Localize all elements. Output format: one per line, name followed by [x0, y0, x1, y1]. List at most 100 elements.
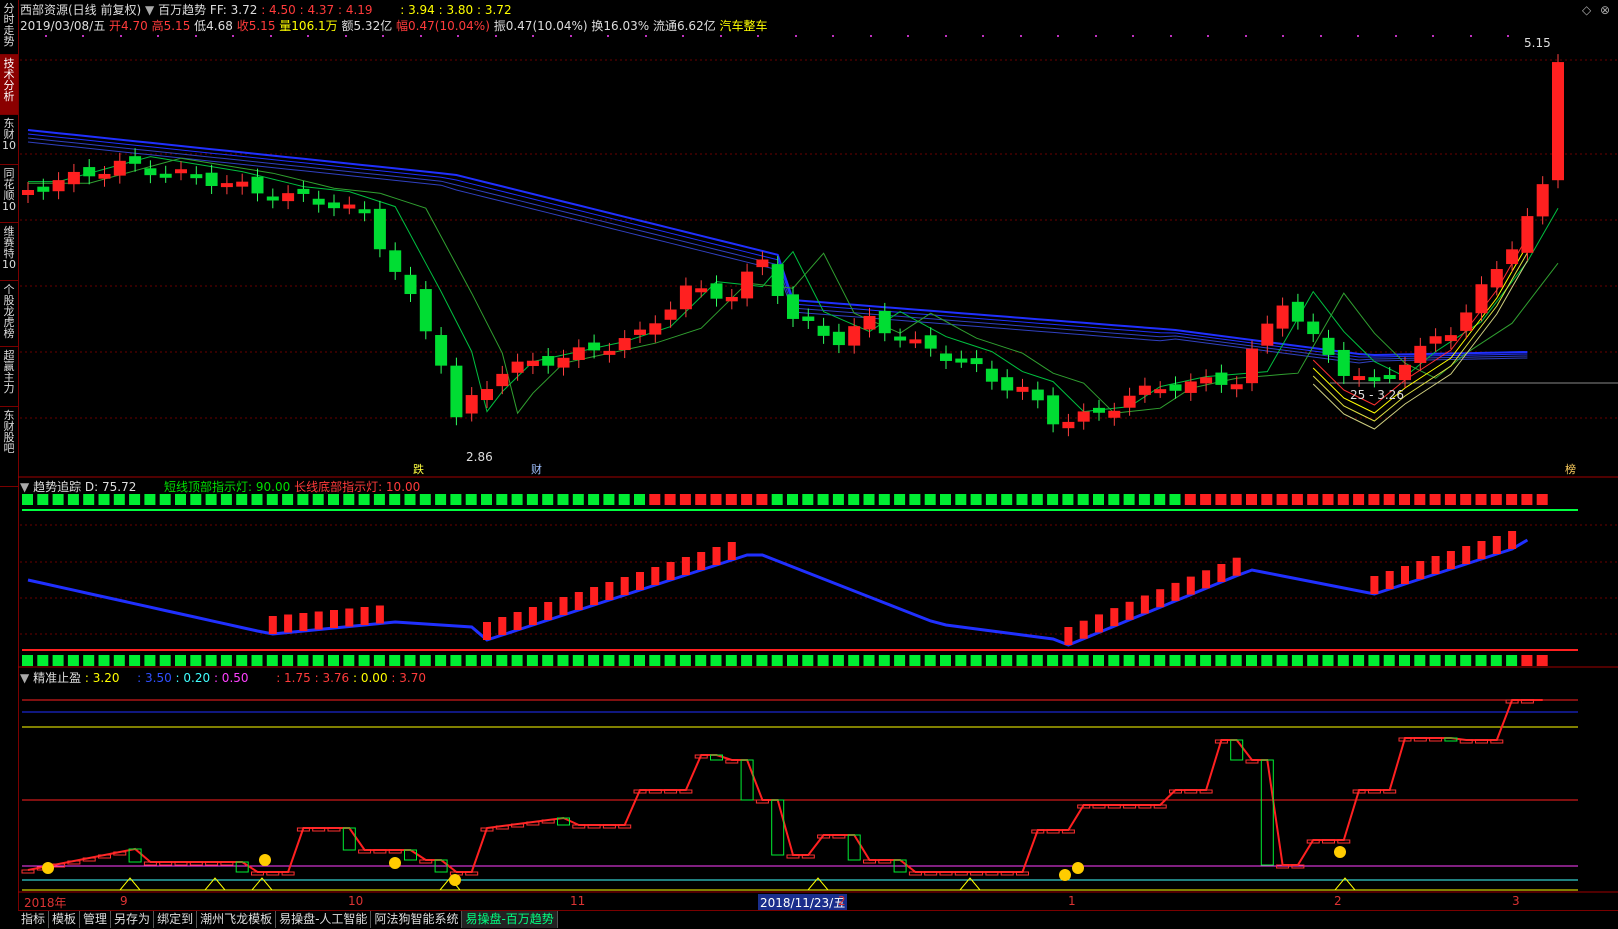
profit-box: [404, 849, 417, 861]
top-indicator-light: [832, 494, 844, 505]
dot-marker: [945, 35, 947, 37]
profit-box: [1383, 789, 1397, 794]
dropdown-icon[interactable]: ▼: [145, 3, 154, 17]
candle-body: [419, 289, 432, 332]
bottom-indicator-light: [1337, 655, 1349, 666]
top-indicator-light: [1475, 494, 1487, 505]
top-indicator-light: [894, 494, 906, 505]
bottom-indicator-light: [1475, 655, 1487, 666]
panel-collapse-icon[interactable]: ▼: [20, 480, 29, 494]
bottom-indicator-light: [190, 655, 202, 666]
quote-sector[interactable]: 汽车整车: [720, 19, 768, 33]
tab-alphago[interactable]: 阿法狗智能系统: [371, 911, 463, 928]
profit-v5: : 1.75: [276, 671, 311, 685]
candle-body: [1016, 386, 1029, 392]
candle-body: [542, 356, 555, 366]
bottom-indicator-light: [266, 655, 278, 666]
candle-body: [220, 183, 233, 188]
top-indicator-light: [83, 494, 95, 505]
profit-box: [755, 799, 769, 804]
top-indicator-light: [1490, 494, 1502, 505]
profit-box: [832, 834, 846, 839]
profit-box: [1184, 789, 1198, 794]
bottom-indicator-light: [1246, 655, 1257, 666]
top-indicator-light: [634, 494, 645, 505]
smiley-icon: [42, 862, 54, 874]
long-bottom-indicator: 长线底部指示灯: 10.00: [294, 480, 421, 494]
date-label-6: 1: [1068, 894, 1076, 908]
dot-marker: [82, 35, 84, 37]
profit-box: [863, 859, 876, 864]
range-label: 25 - 3.26: [1350, 388, 1404, 402]
bottom-indicator-light: [129, 655, 141, 666]
profit-box: [1459, 739, 1473, 744]
dot-marker: [1170, 35, 1172, 37]
tab-chaozhou[interactable]: 潮州飞龙模板: [197, 911, 277, 928]
top-indicator-light: [710, 494, 722, 505]
profit-panel-name[interactable]: 精准止盈: [33, 671, 81, 685]
top-indicator-light: [924, 494, 936, 505]
dot-marker: [270, 35, 272, 37]
profit-box: [419, 859, 433, 864]
bottom-indicator-light: [404, 655, 416, 666]
bottom-indicator-light: [1230, 655, 1242, 666]
profit-box: [1245, 759, 1259, 764]
profit-box: [1061, 829, 1075, 834]
indicator-name[interactable]: 百万趋势: [158, 3, 206, 17]
quote-float: 流通6.62亿: [652, 19, 716, 33]
bottom-indicator-light: [1016, 655, 1028, 666]
high-price-label: 5.15: [1524, 36, 1551, 50]
candle-body: [1138, 385, 1151, 395]
candle-body: [756, 259, 769, 268]
trend-bar: [1202, 570, 1211, 589]
trend-bar: [620, 577, 629, 595]
prev-icon[interactable]: ◇: [1582, 3, 1591, 17]
top-indicator-light: [526, 494, 538, 505]
profit-box: [189, 861, 203, 866]
trend-bar: [1385, 571, 1394, 589]
tab-manage[interactable]: 管理: [80, 911, 112, 928]
bottom-indicator-light: [1353, 655, 1365, 666]
date-label-5: 2: [838, 894, 846, 908]
trend-bar: [1140, 595, 1149, 614]
trend-bar: [498, 617, 507, 635]
top-indicator-light: [1460, 494, 1472, 505]
candle-body: [22, 190, 34, 195]
candle-body: [1368, 377, 1381, 382]
top-indicator-light: [159, 494, 171, 505]
profit-box: [985, 871, 999, 876]
candle-body: [1399, 364, 1411, 381]
top-indicator-light: [496, 494, 508, 505]
candle-body: [618, 338, 631, 351]
trend-bar: [605, 582, 614, 600]
candle-body: [771, 264, 784, 296]
short-top-indicator: 短线顶部指示灯: 90.00: [164, 480, 291, 494]
bottom-indicator-light: [159, 655, 171, 666]
bottom-indicator-light: [817, 655, 829, 666]
smiley-icon: [259, 854, 271, 866]
dot-marker: [157, 35, 159, 37]
tab-ai[interactable]: 易操盘-人工智能: [276, 911, 372, 928]
top-indicator-light: [1230, 494, 1242, 505]
top-indicator-light: [1047, 494, 1059, 505]
top-indicator-light: [1246, 494, 1257, 505]
panel-collapse-icon-2[interactable]: ▼: [20, 671, 29, 685]
top-indicator-light: [435, 494, 447, 505]
candle-body: [1383, 375, 1396, 380]
close-icon[interactable]: ⊗: [1600, 3, 1610, 17]
candle-body: [1429, 336, 1442, 344]
stock-name: 西部资源(日线 前复权): [20, 3, 142, 17]
profit-box: [235, 861, 249, 873]
bottom-indicator-light: [98, 655, 110, 666]
tab-template[interactable]: 模板: [49, 911, 81, 928]
trend-panel-name[interactable]: 趋势追踪: [33, 480, 81, 494]
bottom-indicator-light: [389, 655, 401, 666]
tab-indicator[interactable]: 指标: [18, 911, 50, 928]
candle-body: [1077, 411, 1090, 422]
bottom-indicator-light: [955, 655, 967, 666]
tab-bind-to[interactable]: 绑定到: [154, 911, 198, 928]
trend-d-value: D: 75.72: [84, 480, 137, 494]
tab-million-trend[interactable]: 易操盘-百万趋势: [462, 911, 558, 928]
candle-body: [1184, 381, 1197, 393]
tab-save-as[interactable]: 另存为: [111, 911, 155, 928]
